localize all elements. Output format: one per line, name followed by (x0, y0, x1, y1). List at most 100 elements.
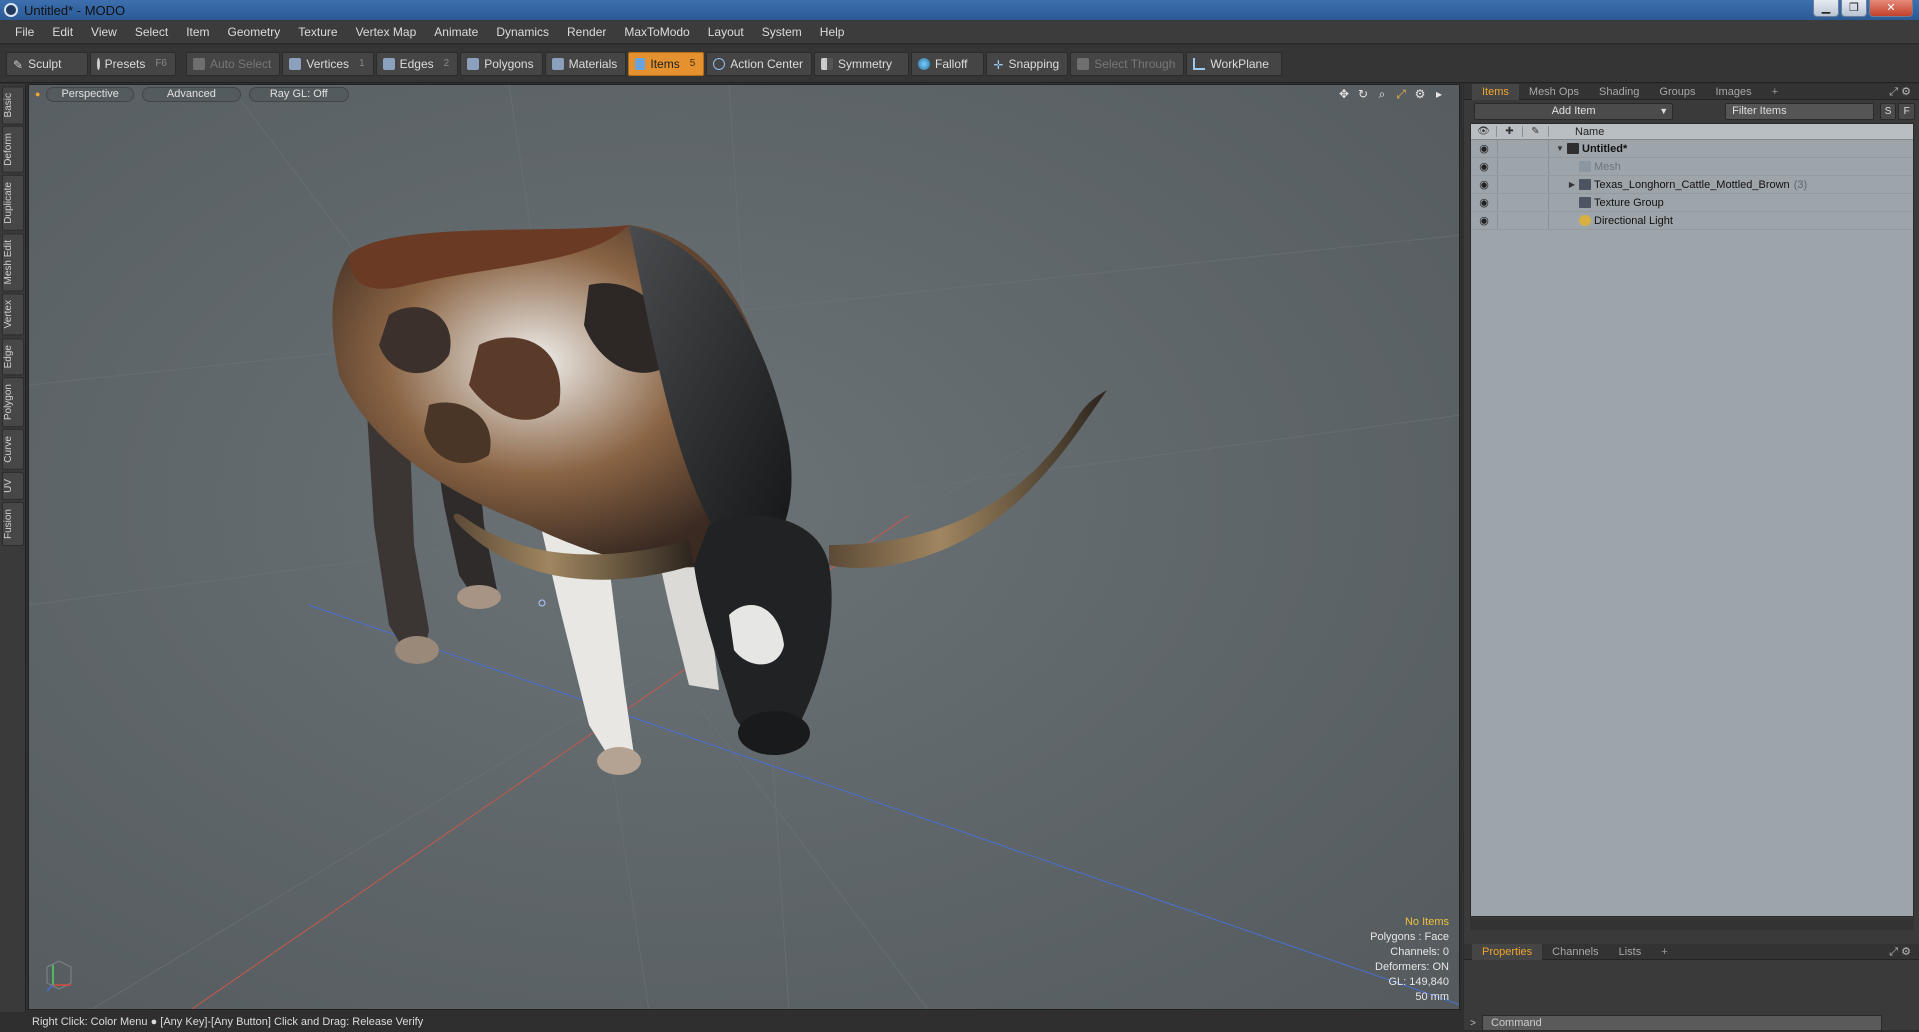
symmetry-button[interactable]: Symmetry (813, 51, 909, 76)
viewport-scene (29, 85, 1459, 1009)
filter-items-input[interactable]: Filter Items (1725, 102, 1874, 120)
move-view-icon[interactable]: ✥ (1336, 87, 1352, 101)
tab-shading[interactable]: Shading (1589, 84, 1649, 100)
list-item[interactable]: ◉ Texture Group (1471, 194, 1913, 212)
tab-channels[interactable]: Channels (1542, 944, 1608, 960)
add-item-dropdown[interactable]: Add Item ▼ (1474, 102, 1674, 120)
lock-column-icon[interactable]: ✚ (1497, 126, 1523, 137)
list-item[interactable]: ◉ ▶ Texas_Longhorn_Cattle_Mottled_Brown … (1471, 176, 1913, 194)
menu-edit[interactable]: Edit (43, 25, 82, 39)
menu-layout[interactable]: Layout (699, 25, 753, 39)
tab-duplicate[interactable]: Duplicate (1, 175, 24, 231)
list-item[interactable]: ◉ Mesh (1471, 158, 1913, 176)
tab-images[interactable]: Images (1706, 84, 1762, 100)
viewport-more-icon[interactable]: ▸ (1431, 87, 1447, 101)
3d-viewport[interactable]: ● Perspective Advanced Ray GL: Off ✥ ↻ ⌕… (28, 84, 1460, 1010)
menu-system[interactable]: System (753, 25, 811, 39)
tab-basic[interactable]: Basic (1, 86, 24, 125)
item-label: Untitled* (1582, 142, 1628, 155)
eye-icon[interactable]: ◉ (1471, 142, 1497, 155)
expand-triangle-icon[interactable]: ▶ (1567, 180, 1577, 189)
menu-geometry[interactable]: Geometry (219, 25, 290, 39)
tab-vertex[interactable]: Vertex (1, 293, 24, 336)
menu-maxtomodo[interactable]: MaxToModo (615, 25, 698, 39)
menu-select[interactable]: Select (126, 25, 177, 39)
panel-expand-icon[interactable]: ⤢ ⚙ (1889, 85, 1911, 99)
stat-grid: 50 mm (1415, 991, 1449, 1003)
collapse-triangle-icon[interactable]: ▼ (1555, 144, 1565, 153)
close-button[interactable]: ✕ (1869, 0, 1913, 17)
items-label: Items (650, 56, 680, 71)
add-item-label: Add Item (1551, 104, 1596, 117)
items-mode-button[interactable]: Items 5 (628, 51, 705, 76)
visibility-column-icon[interactable]: 👁 (1471, 126, 1497, 137)
list-item[interactable]: ◉ Directional Light (1471, 212, 1913, 230)
menu-item[interactable]: Item (177, 25, 218, 39)
viewport-menu-icon[interactable]: ● (35, 89, 40, 99)
render-column-icon[interactable]: ✎ (1523, 126, 1549, 137)
snapping-button[interactable]: ✛ Snapping (986, 51, 1069, 76)
tab-polygon[interactable]: Polygon (1, 377, 24, 428)
menu-view[interactable]: View (82, 25, 126, 39)
filter-s-button[interactable]: S (1879, 102, 1897, 120)
window-title: Untitled* - MODO (24, 2, 126, 18)
horizontal-scrollbar[interactable] (1470, 918, 1914, 930)
maximize-button[interactable]: ❐ (1841, 0, 1867, 17)
materials-button[interactable]: Materials (544, 51, 627, 76)
tab-mesh-ops[interactable]: Mesh Ops (1519, 84, 1589, 100)
add-tab-plus-icon[interactable]: + (1651, 944, 1677, 960)
maximize-view-icon[interactable]: ⤢ (1393, 87, 1409, 101)
item-list: 👁 ✚ ✎ Name ◉ ▼ Untitled* ◉ Mesh ◉ ▶ Texa… (1470, 123, 1914, 917)
menu-vertex-map[interactable]: Vertex Map (347, 25, 426, 39)
filter-f-button[interactable]: F (1898, 102, 1915, 120)
eye-icon[interactable]: ◉ (1471, 214, 1497, 227)
zoom-view-icon[interactable]: ⌕ (1374, 87, 1390, 101)
rotate-view-icon[interactable]: ↻ (1355, 87, 1371, 101)
tab-curve[interactable]: Curve (1, 429, 24, 470)
tab-lists[interactable]: Lists (1609, 944, 1652, 960)
polygons-button[interactable]: Polygons (460, 51, 543, 76)
falloff-button[interactable]: Falloff (910, 51, 985, 76)
list-item[interactable]: ◉ ▼ Untitled* (1471, 140, 1913, 158)
tab-properties[interactable]: Properties (1472, 943, 1543, 960)
tab-groups[interactable]: Groups (1649, 84, 1705, 100)
edges-button[interactable]: Edges 2 (375, 51, 459, 76)
workplane-button[interactable]: WorkPlane (1186, 51, 1282, 76)
command-input[interactable]: Command (1482, 1015, 1882, 1031)
select-through-button[interactable]: Select Through (1070, 51, 1185, 76)
add-tab-plus-icon[interactable]: + (1762, 84, 1788, 100)
tab-edge[interactable]: Edge (1, 337, 24, 376)
eye-icon[interactable]: ◉ (1471, 196, 1497, 209)
menu-texture[interactable]: Texture (289, 25, 346, 39)
polygons-label: Polygons (484, 56, 534, 71)
shading-dropdown[interactable]: Advanced (141, 86, 241, 102)
tab-uv[interactable]: UV (1, 471, 24, 500)
menu-animate[interactable]: Animate (425, 25, 487, 39)
menu-dynamics[interactable]: Dynamics (487, 25, 558, 39)
view-settings-gear-icon[interactable]: ⚙ (1412, 87, 1428, 101)
menu-file[interactable]: File (6, 25, 43, 39)
menu-render[interactable]: Render (558, 25, 615, 39)
tab-fusion[interactable]: Fusion (1, 501, 24, 546)
auto-select-button[interactable]: Auto Select (186, 51, 281, 76)
crosshair-icon (713, 57, 726, 70)
menu-help[interactable]: Help (811, 25, 854, 39)
tab-mesh-edit[interactable]: Mesh Edit (1, 232, 24, 292)
name-column-header[interactable]: Name (1575, 126, 1604, 138)
symmetry-icon (820, 57, 833, 70)
sculpt-button[interactable]: ✎ Sculpt (6, 51, 88, 76)
eye-icon[interactable]: ◉ (1471, 160, 1497, 173)
view-mode-dropdown[interactable]: Perspective (46, 86, 134, 102)
command-prompt-icon: > (1470, 1017, 1476, 1029)
eye-icon[interactable]: ◉ (1471, 178, 1497, 191)
tab-deform[interactable]: Deform (1, 126, 24, 174)
window-controls: ▁ ❐ ✕ (1811, 0, 1913, 17)
presets-button[interactable]: Presets F6 (90, 51, 176, 76)
minimize-button[interactable]: ▁ (1813, 0, 1839, 17)
stat-deformers: Deformers: ON (1375, 961, 1449, 973)
panel-expand-icon[interactable]: ⤢ ⚙ (1889, 945, 1911, 959)
vertices-button[interactable]: Vertices 1 (282, 51, 374, 76)
render-mode-dropdown[interactable]: Ray GL: Off (248, 86, 349, 102)
tab-items[interactable]: Items (1472, 83, 1519, 100)
action-center-button[interactable]: Action Center (706, 51, 812, 76)
